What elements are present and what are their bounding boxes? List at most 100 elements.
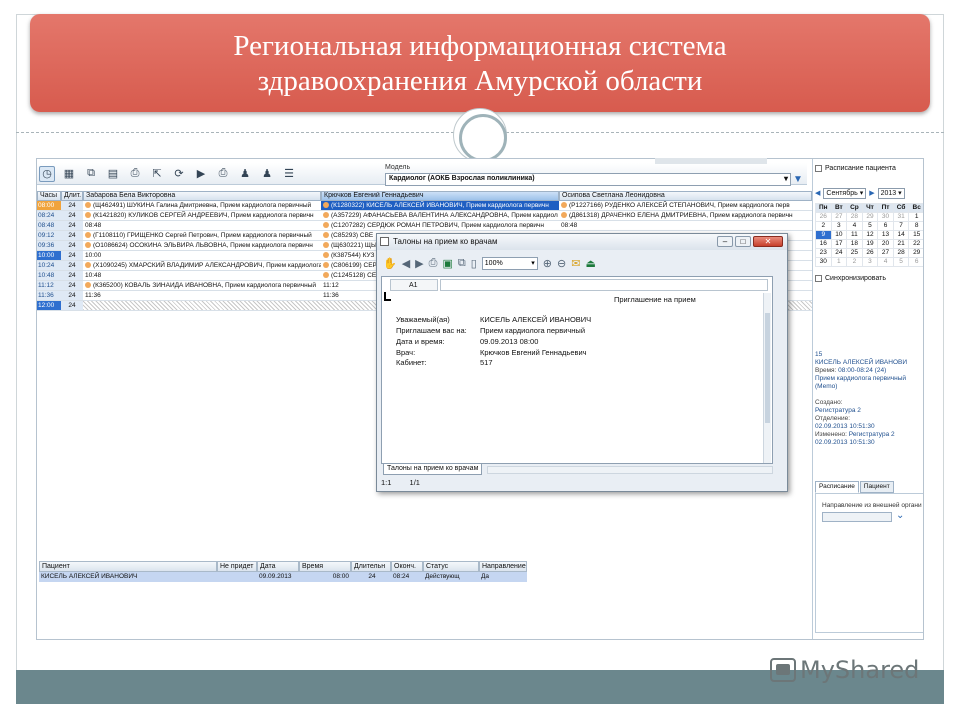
patients-cell-direction[interactable]: Да [479, 572, 527, 582]
year-select[interactable]: 2013 ▾ [877, 187, 905, 199]
patients-header-time[interactable]: Время [299, 561, 351, 572]
slot-doctor-2[interactable]: (К1280322) КИСЕЛЬ АЛЕКСЕЙ ИВАНОВИЧ, Прие… [321, 201, 559, 211]
time-cell[interactable]: 10:48 [37, 271, 61, 281]
calendar-day[interactable]: 9 [815, 230, 832, 240]
slot-doctor-1[interactable]: (Щ462491) ШУКИНА Галина Дмитриевна, Прие… [83, 201, 321, 211]
column-header-doctor-3[interactable]: Осипова Светлана Леонидовна [559, 191, 812, 201]
column-header-hours[interactable]: Часы [37, 191, 61, 201]
calendar-day[interactable]: 5 [892, 257, 910, 267]
calendar-day[interactable]: 3 [830, 221, 848, 231]
patients-cell-name[interactable]: КИСЕЛЬ АЛЕКСЕЙ ИВАНОВИЧ [39, 572, 217, 582]
time-cell[interactable]: 12:00 [37, 301, 61, 311]
calendar-day[interactable]: 30 [815, 257, 832, 267]
calendar-day[interactable]: 25 [846, 248, 863, 258]
month-select[interactable]: Сентябрь ▾ [823, 187, 867, 199]
calendar-day[interactable]: 22 [908, 239, 923, 249]
calendar-day[interactable]: 11 [846, 230, 863, 240]
next-month-icon[interactable]: ▶ [869, 189, 874, 197]
patients-cell-status[interactable]: Действующ [423, 572, 479, 582]
time-cell[interactable]: 10:24 [37, 261, 61, 271]
calendar-day[interactable]: 20 [877, 239, 894, 249]
calendar-day[interactable]: 26 [861, 248, 879, 258]
duration-cell[interactable]: 24 [61, 301, 83, 311]
patients-header-date[interactable]: Дата [257, 561, 299, 572]
list-icon[interactable]: ☰ [281, 166, 297, 182]
duration-cell[interactable]: 24 [61, 271, 83, 281]
tab-patient[interactable]: Пациент [859, 481, 894, 493]
time-cell[interactable]: 11:36 [37, 291, 61, 301]
calendar-day[interactable]: 26 [815, 212, 832, 222]
calendar-day[interactable]: 14 [892, 230, 910, 240]
time-cell[interactable]: 09:12 [37, 231, 61, 241]
patients-cell-date[interactable]: 09.09.2013 [257, 572, 299, 582]
slot-doctor-3[interactable]: 08:48 [559, 221, 812, 231]
time-cell[interactable]: 09:36 [37, 241, 61, 251]
printer-icon[interactable]: ⎙ [127, 166, 143, 182]
model-select[interactable]: Кардиолог (АОКБ Взрослая поликлиника) ▾ [385, 173, 791, 186]
calendar-day[interactable]: 21 [892, 239, 910, 249]
chevron-down-icon[interactable]: ⌄ [896, 510, 904, 521]
calendar-day[interactable]: 30 [877, 212, 894, 222]
patients-cell-time[interactable]: 08:00 [299, 572, 351, 582]
minimize-button[interactable]: – [717, 236, 733, 247]
slot-doctor-2[interactable]: (С1207282) СЕРДЮК РОМАН ПЕТРОВИЧ, Прием … [321, 221, 559, 231]
slot-doctor-1[interactable]: 10:00 [83, 251, 321, 261]
patients-header-status[interactable]: Статус [423, 561, 479, 572]
calendar-day[interactable]: 31 [892, 212, 910, 222]
calendar-day[interactable]: 28 [892, 248, 910, 258]
vertical-scrollbar[interactable] [763, 293, 771, 463]
refresh-icon[interactable]: ⟳ [171, 166, 187, 182]
duration-cell[interactable]: 24 [61, 231, 83, 241]
calendar-day[interactable]: 8 [908, 221, 923, 231]
close-button[interactable]: ✕ [753, 236, 783, 247]
zoom-select[interactable]: 100% ▾ [481, 256, 538, 270]
maximize-button[interactable]: □ [735, 236, 751, 247]
time-cell[interactable]: 08:00 [37, 201, 61, 211]
scroll-thumb[interactable] [765, 313, 770, 423]
calendar-day[interactable]: 19 [861, 239, 879, 249]
slot-doctor-1[interactable]: (Г1108110) ГРИЩЕНКО Сергей Петрович, При… [83, 231, 321, 241]
tab-schedule[interactable]: Расписание [815, 481, 859, 493]
time-cell[interactable]: 11:12 [37, 281, 61, 291]
email-icon[interactable]: ✉ [571, 257, 580, 270]
slot-doctor-3[interactable]: (Р1227166) РУДЕНКО АЛЕКСЕЙ СТЕПАНОВИЧ, П… [559, 201, 812, 211]
zoom-in-icon[interactable]: ⊕ [543, 257, 552, 270]
slot-doctor-1[interactable]: (Х1090245) ХМАРСКИЙ ВЛАДИМИР АЛЕКСАНДРОВ… [83, 261, 321, 271]
duration-cell[interactable]: 24 [61, 201, 83, 211]
slot-doctor-1[interactable]: 10:48 [83, 271, 321, 281]
time-cell[interactable]: 10:00 [37, 251, 61, 261]
calendar-day[interactable]: 28 [846, 212, 863, 222]
calendar-day[interactable]: 1 [908, 212, 923, 222]
duration-cell[interactable]: 24 [61, 241, 83, 251]
export-icon[interactable]: ⇱ [149, 166, 165, 182]
prev-month-icon[interactable]: ◀ [815, 189, 820, 197]
calendar-icon[interactable]: ▦ [61, 166, 77, 182]
excel-icon[interactable]: ▣ [442, 257, 452, 270]
calendar-day[interactable]: 16 [815, 239, 832, 249]
user-icon[interactable]: ♟ [237, 166, 253, 182]
calendar-day[interactable]: 18 [846, 239, 863, 249]
calendar-day[interactable]: 17 [830, 239, 848, 249]
duration-cell[interactable]: 24 [61, 261, 83, 271]
duration-cell[interactable]: 24 [61, 221, 83, 231]
play-icon[interactable]: ▶ [193, 166, 209, 182]
calendar-day[interactable]: 27 [830, 212, 848, 222]
print-icon[interactable]: ⎙ [429, 257, 438, 270]
calendar-day[interactable]: 3 [861, 257, 879, 267]
calendar-day[interactable]: 5 [861, 221, 879, 231]
calendar-day[interactable]: 6 [877, 221, 894, 231]
calendar-day[interactable]: 7 [892, 221, 910, 231]
patients-cell-duration[interactable]: 24 [351, 572, 391, 582]
calendar-day[interactable]: 2 [815, 221, 832, 231]
column-header-doctor-2[interactable]: Крючков Евгений Геннадьевич [321, 191, 559, 201]
duration-cell[interactable]: 24 [61, 211, 83, 221]
cell-reference[interactable]: A1 [390, 279, 438, 291]
patients-header-duration[interactable]: Длительн [351, 561, 391, 572]
duration-cell[interactable]: 24 [61, 251, 83, 261]
calendar-day[interactable]: 24 [830, 248, 848, 258]
sheet-tab[interactable]: Талоны на прием ко врачам [383, 464, 483, 475]
checkbox-icon[interactable] [815, 165, 822, 172]
slot-doctor-3[interactable]: (Д861318) ДРАЧЕНКО ЕЛЕНА ДМИТРИЕВНА, При… [559, 211, 812, 221]
slot-doctor-1[interactable]: (К365200) КОВАЛЬ ЗИНАИДА ИВАНОВНА, Прием… [83, 281, 321, 291]
calendar-day[interactable]: 1 [830, 257, 848, 267]
